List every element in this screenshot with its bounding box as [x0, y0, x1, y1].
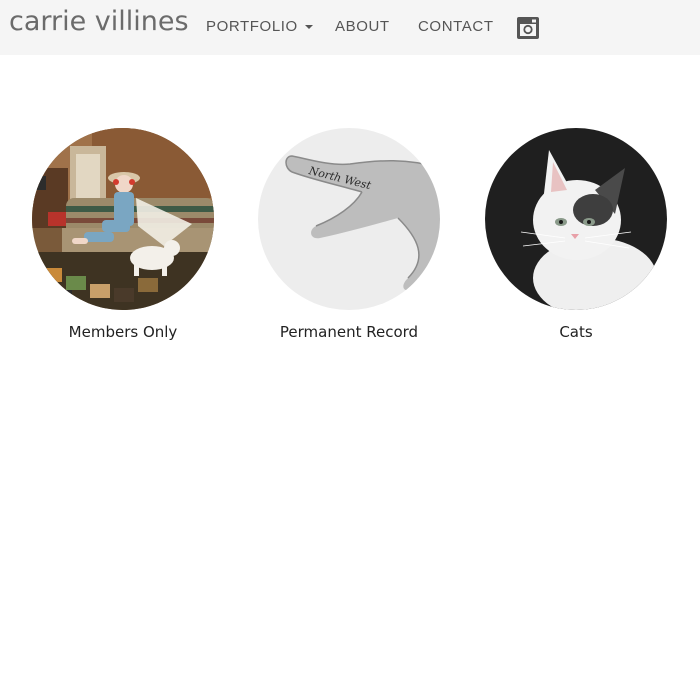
- gallery-item-permanent-record[interactable]: North West Permanent Record: [258, 128, 440, 341]
- navbar: carrie villines PORTFOLIO ABOUT CONTACT: [0, 0, 700, 55]
- nav-portfolio-dropdown[interactable]: PORTFOLIO: [206, 18, 313, 35]
- gallery-caption[interactable]: Members Only: [32, 323, 214, 341]
- site-title[interactable]: carrie villines: [9, 6, 189, 37]
- gallery-caption[interactable]: Cats: [485, 323, 667, 341]
- permanent-record-thumbnail[interactable]: North West: [258, 128, 440, 310]
- members-only-thumbnail[interactable]: [32, 128, 214, 310]
- gallery-caption[interactable]: Permanent Record: [258, 323, 440, 341]
- gallery-item-cats[interactable]: Cats: [485, 128, 667, 341]
- gallery-item-members-only[interactable]: Members Only: [32, 128, 214, 341]
- caret-down-icon: [304, 25, 313, 30]
- nav-contact-link[interactable]: CONTACT: [418, 18, 494, 35]
- nav-about-link[interactable]: ABOUT: [335, 18, 390, 35]
- nav-portfolio-label: PORTFOLIO: [206, 18, 298, 35]
- instagram-icon[interactable]: [517, 17, 539, 39]
- cats-thumbnail[interactable]: [485, 128, 667, 310]
